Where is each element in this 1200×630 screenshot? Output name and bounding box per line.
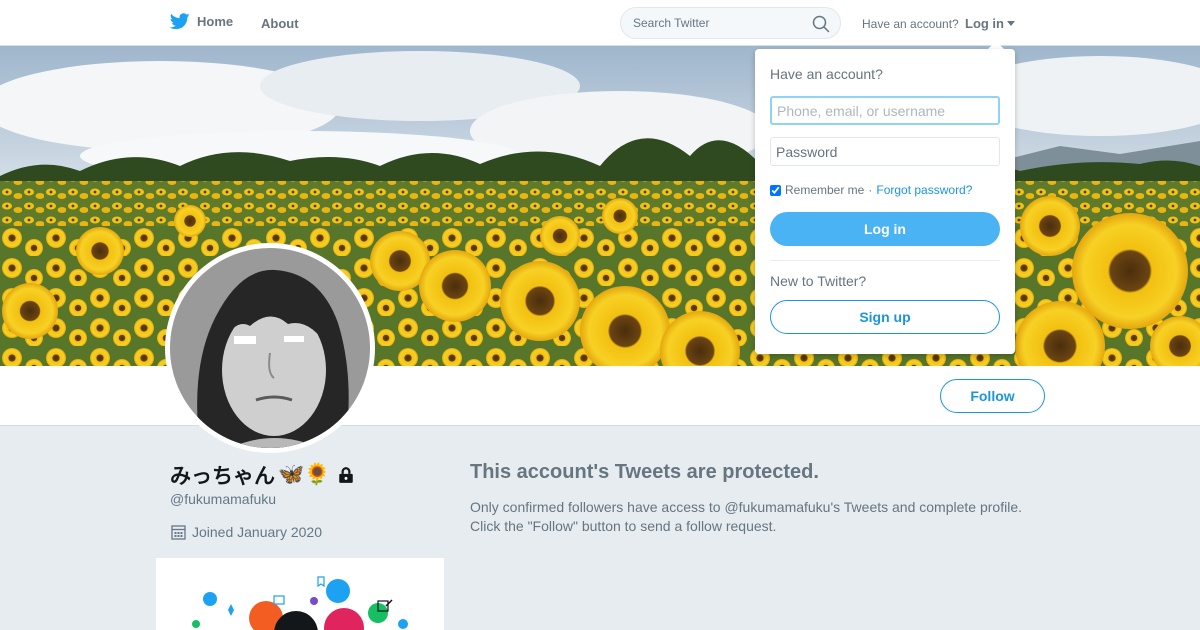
profile-avatar[interactable]: [165, 243, 375, 453]
top-navigation: Home About Have an account? Log in: [0, 0, 1200, 46]
login-toggle-label: Log in: [965, 16, 1004, 31]
new-to-twitter-text: New to Twitter?: [770, 273, 867, 289]
signup-button[interactable]: Sign up: [770, 300, 1000, 334]
dropdown-divider: [770, 260, 1000, 261]
remember-row: Remember me · Forgot password?: [770, 183, 972, 197]
login-button[interactable]: Log in: [770, 212, 1000, 246]
profile-name: みっちゃん 🦋🌻: [170, 460, 355, 490]
signup-promo-card-illustration: [156, 558, 444, 630]
protected-message: Only confirmed followers have access to …: [470, 498, 1070, 536]
follow-button[interactable]: Follow: [940, 379, 1045, 413]
twitter-bird-icon: [170, 13, 190, 30]
remember-me-checkbox[interactable]: [770, 184, 781, 196]
login-dropdown-toggle[interactable]: Log in: [965, 16, 1015, 31]
search-icon[interactable]: [812, 15, 830, 33]
nav-home-link[interactable]: Home: [170, 13, 233, 30]
joined-date: Joined January 2020: [171, 524, 322, 540]
login-dropdown: Have an account? Remember me · Forgot pa…: [755, 49, 1015, 354]
protected-message-line2: Click the "Follow" button to send a foll…: [470, 518, 777, 534]
remember-separator: ·: [868, 183, 873, 197]
caret-down-icon: [1007, 21, 1015, 26]
profile-name-emoji: 🦋🌻: [278, 463, 331, 486]
search-input[interactable]: [633, 16, 803, 30]
dropdown-caret: [988, 41, 1004, 49]
protected-message-line1: Only confirmed followers have access to …: [470, 499, 1022, 515]
password-input[interactable]: [770, 137, 1000, 166]
joined-text: Joined January 2020: [192, 524, 322, 540]
forgot-password-link[interactable]: Forgot password?: [876, 183, 972, 197]
have-account-text: Have an account?: [862, 17, 959, 31]
profile-handle[interactable]: @fukumamafuku: [170, 491, 276, 507]
calendar-icon: [171, 525, 186, 540]
nav-about-link[interactable]: About: [261, 16, 299, 31]
remember-me-label[interactable]: Remember me: [785, 183, 864, 197]
username-input[interactable]: [770, 96, 1000, 125]
profile-name-text: みっちゃん: [170, 465, 275, 488]
lock-icon: [339, 467, 354, 483]
search-box: [620, 7, 841, 39]
protected-title: This account's Tweets are protected.: [470, 461, 819, 483]
nav-home-label: Home: [197, 14, 234, 29]
dropdown-title: Have an account?: [770, 66, 883, 82]
